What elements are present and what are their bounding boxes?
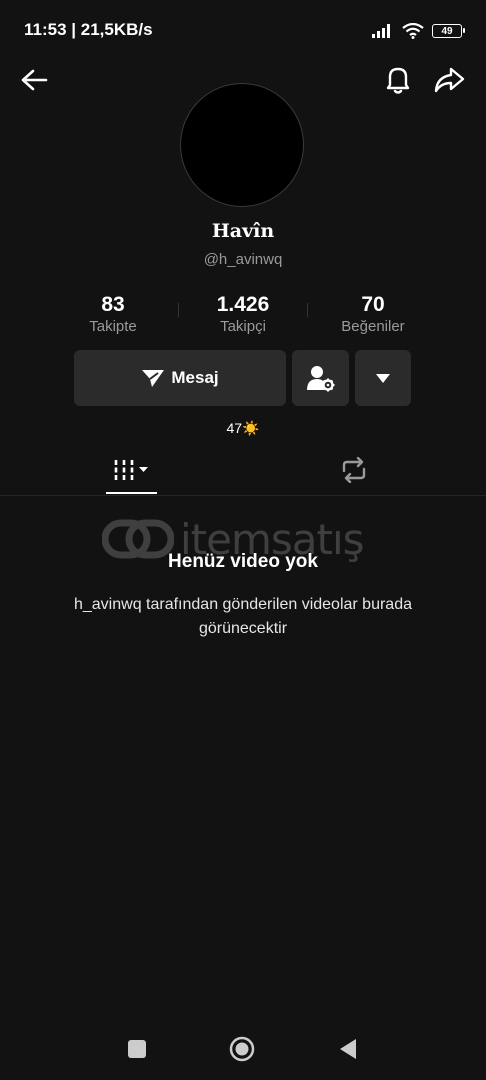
- home-button[interactable]: [229, 1036, 255, 1062]
- caret-down-icon: [376, 373, 390, 383]
- share-button[interactable]: [432, 64, 466, 96]
- wifi-icon: [402, 23, 424, 39]
- message-button[interactable]: Mesaj: [74, 350, 286, 406]
- followers-count: 1.426: [216, 293, 270, 316]
- back-button[interactable]: [18, 64, 50, 96]
- battery-indicator: 49: [432, 24, 465, 38]
- following-label: Takipte: [89, 318, 137, 335]
- message-label: Mesaj: [171, 368, 219, 387]
- tab-divider: [0, 495, 486, 496]
- notification-button[interactable]: [382, 64, 414, 96]
- stat-likes[interactable]: 70 Beğeniler: [303, 293, 443, 335]
- grid-bars-icon: [114, 460, 148, 480]
- recent-apps-button[interactable]: [128, 1040, 146, 1058]
- stat-following[interactable]: 83 Takipte: [43, 293, 183, 335]
- more-options-button[interactable]: [355, 350, 411, 406]
- status-time: 11:53 | 21,5KB/s: [24, 20, 153, 39]
- tab-active-indicator: [106, 492, 157, 494]
- friend-settings-button[interactable]: [292, 350, 349, 406]
- triangle-back-icon: [340, 1039, 356, 1059]
- display-name: Havîn: [211, 220, 275, 242]
- home-circle-icon: [229, 1036, 255, 1062]
- repost-icon: [342, 457, 366, 483]
- username: @h_avinwq: [203, 251, 283, 268]
- signal-icon: [372, 24, 390, 38]
- likes-count: 70: [361, 293, 385, 316]
- arrow-left-icon: [21, 69, 48, 91]
- followers-label: Takipçi: [220, 318, 266, 335]
- tab-reposts[interactable]: [330, 455, 378, 485]
- stat-followers[interactable]: 1.426 Takipçi: [173, 293, 313, 335]
- user-gear-icon: [306, 366, 334, 392]
- bell-icon: [386, 67, 410, 94]
- empty-state-title: Henüz video yok: [168, 551, 318, 572]
- likes-label: Beğeniler: [341, 318, 405, 335]
- empty-state-description: h_avinwq tarafından gönderilen videolar …: [73, 596, 412, 637]
- back-nav-button[interactable]: [338, 1038, 358, 1060]
- share-icon: [434, 67, 465, 93]
- avatar[interactable]: [180, 83, 304, 207]
- tab-videos[interactable]: [106, 455, 157, 485]
- send-icon: [142, 370, 165, 387]
- status-icons: 49: [372, 20, 465, 42]
- following-count: 83: [101, 293, 125, 316]
- bio: 47☀️: [226, 420, 260, 436]
